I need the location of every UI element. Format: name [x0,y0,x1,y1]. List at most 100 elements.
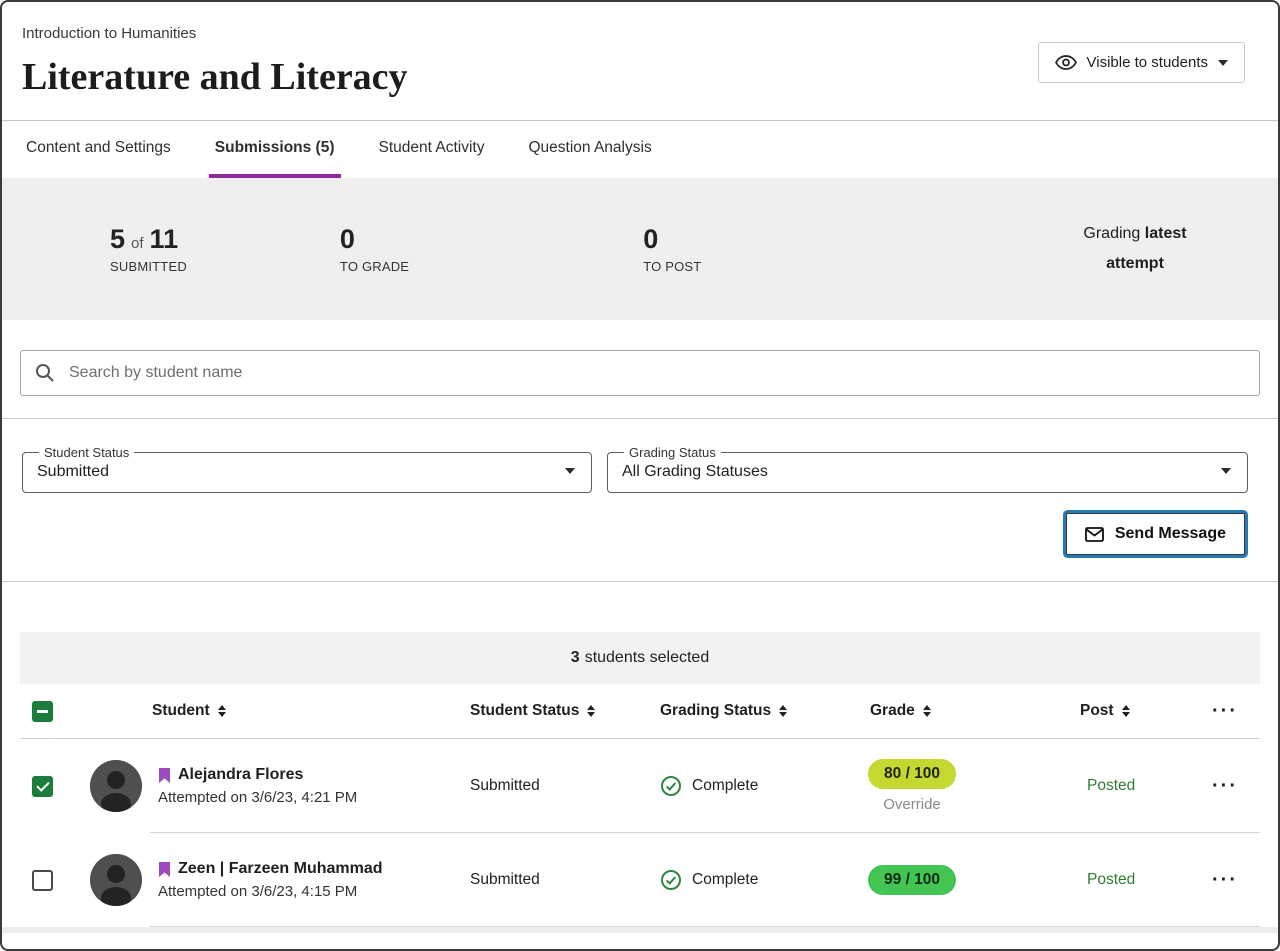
attempted-timestamp: Attempted on 3/6/23, 4:15 PM [158,883,383,900]
grade-cell: 80 / 100 Override [852,759,1062,813]
column-label: Post [1080,702,1114,720]
stat-submitted: 5 of 11 SUBMITTED [110,224,187,274]
grade-outof: / 100 [906,765,940,782]
search-container [20,350,1260,396]
student-status-cell: Submitted [470,871,660,889]
column-label: Student Status [470,702,579,720]
post-status-cell[interactable]: Posted [1062,777,1190,795]
student-cell[interactable]: Zeen | Farzeen Muhammad Attempted on 3/6… [76,854,470,906]
visibility-dropdown-button[interactable]: Visible to students [1038,42,1245,83]
selection-suffix: students selected [585,649,710,667]
grade-override-note: Override [883,796,941,813]
to-post-count: 0 [643,224,658,255]
row-overflow-menu-icon[interactable]: ··· [1190,775,1260,798]
student-info: Alejandra Flores Attempted on 3/6/23, 4:… [158,766,357,806]
grade-score: 80 [884,765,901,782]
table-header-row: Student Student Status Grading Status Gr… [20,684,1260,739]
to-post-label: TO POST [643,259,701,274]
grade-pill[interactable]: 80 / 100 [868,759,956,789]
student-name: Zeen | Farzeen Muhammad [178,860,383,878]
stat-to-post: 0 TO POST [643,224,701,274]
tab-content-and-settings[interactable]: Content and Settings [20,121,177,178]
submitted-total: 11 [150,224,179,255]
submitted-of: of [131,235,144,252]
student-status-value: Submitted [37,463,551,481]
eye-icon [1055,55,1077,70]
student-cell[interactable]: Alejandra Flores Attempted on 3/6/23, 4:… [76,760,470,812]
column-header-grading-status[interactable]: Grading Status [660,702,852,720]
grading-mode-text: Grading latest attempt [1060,219,1210,279]
grading-status-cell: Complete [660,869,852,891]
selection-summary-bar: 3 students selected [20,632,1260,684]
envelope-icon [1085,527,1104,542]
grading-status-label: Grading Status [624,445,721,460]
row-checkbox[interactable] [32,870,53,891]
page-header: Introduction to Humanities Literature an… [2,2,1278,120]
chevron-down-icon [1221,468,1231,474]
grading-status-select[interactable]: Grading Status All Grading Statuses [607,445,1248,493]
complete-check-icon [660,869,682,891]
complete-check-icon [660,775,682,797]
tab-submissions[interactable]: Submissions (5) [209,121,341,178]
bottom-strip [2,927,1278,933]
selection-count: 3 [571,649,580,667]
chevron-down-icon [1218,60,1228,66]
grade-score: 99 [884,871,901,888]
grade-pill[interactable]: 99 / 100 [868,865,956,895]
student-status-select[interactable]: Student Status Submitted [22,445,592,493]
bookmark-icon [158,861,171,878]
grading-status-label: Complete [692,777,758,795]
assessment-submissions-page: Introduction to Humanities Literature an… [0,0,1280,951]
send-message-row: Send Message [22,513,1245,555]
sort-icon [779,705,787,717]
grading-mode-prefix: Grading [1083,225,1144,242]
tab-question-analysis[interactable]: Question Analysis [522,121,657,178]
student-status-label: Student Status [39,445,134,460]
attempted-timestamp: Attempted on 3/6/23, 4:21 PM [158,789,357,806]
grading-status-cell: Complete [660,775,852,797]
column-header-student-status[interactable]: Student Status [470,702,660,720]
submitted-count: 5 [110,224,125,255]
tab-bar: Content and Settings Submissions (5) Stu… [2,121,1278,178]
grading-status-value: All Grading Statuses [622,463,1207,481]
sort-icon [587,705,595,717]
column-label: Grade [870,702,915,720]
table-overflow-menu-icon[interactable]: ··· [1190,700,1260,723]
sort-icon [1122,705,1130,717]
filter-row: Student Status Submitted Grading Status … [22,445,1248,493]
to-grade-label: TO GRADE [340,259,409,274]
visibility-label: Visible to students [1087,54,1208,71]
stats-band: 5 of 11 SUBMITTED 0 TO GRADE 0 TO POST G… [2,178,1278,320]
table-row: Zeen | Farzeen Muhammad Attempted on 3/6… [20,833,1260,927]
column-header-post[interactable]: Post [1062,702,1190,720]
column-header-student[interactable]: Student [76,702,470,720]
bookmark-icon [158,767,171,784]
table-row: Alejandra Flores Attempted on 3/6/23, 4:… [20,739,1260,833]
row-checkbox[interactable] [32,776,53,797]
grade-cell: 99 / 100 [852,865,1062,895]
select-all-checkbox[interactable] [32,701,53,722]
grade-outof: / 100 [906,871,940,888]
student-status-cell: Submitted [470,777,660,795]
send-message-label: Send Message [1115,525,1226,543]
chevron-down-icon [565,468,575,474]
student-name: Alejandra Flores [178,766,303,784]
grading-status-label: Complete [692,871,758,889]
breadcrumb-course-name: Introduction to Humanities [22,24,1258,44]
column-label: Student [152,702,210,720]
student-info: Zeen | Farzeen Muhammad Attempted on 3/6… [158,860,383,900]
tab-student-activity[interactable]: Student Activity [373,121,491,178]
row-overflow-menu-icon[interactable]: ··· [1190,869,1260,892]
submissions-table: 3 students selected Student Student Stat… [20,632,1260,927]
search-input[interactable] [20,350,1260,396]
section-divider [2,581,1278,582]
sort-icon [218,705,226,717]
search-icon [35,363,55,388]
stat-to-grade: 0 TO GRADE [340,224,409,274]
column-label: Grading Status [660,702,771,720]
avatar [90,854,142,906]
post-status-cell[interactable]: Posted [1062,871,1190,889]
send-message-button[interactable]: Send Message [1066,513,1245,555]
submitted-label: SUBMITTED [110,259,187,274]
column-header-grade[interactable]: Grade [852,702,1062,720]
